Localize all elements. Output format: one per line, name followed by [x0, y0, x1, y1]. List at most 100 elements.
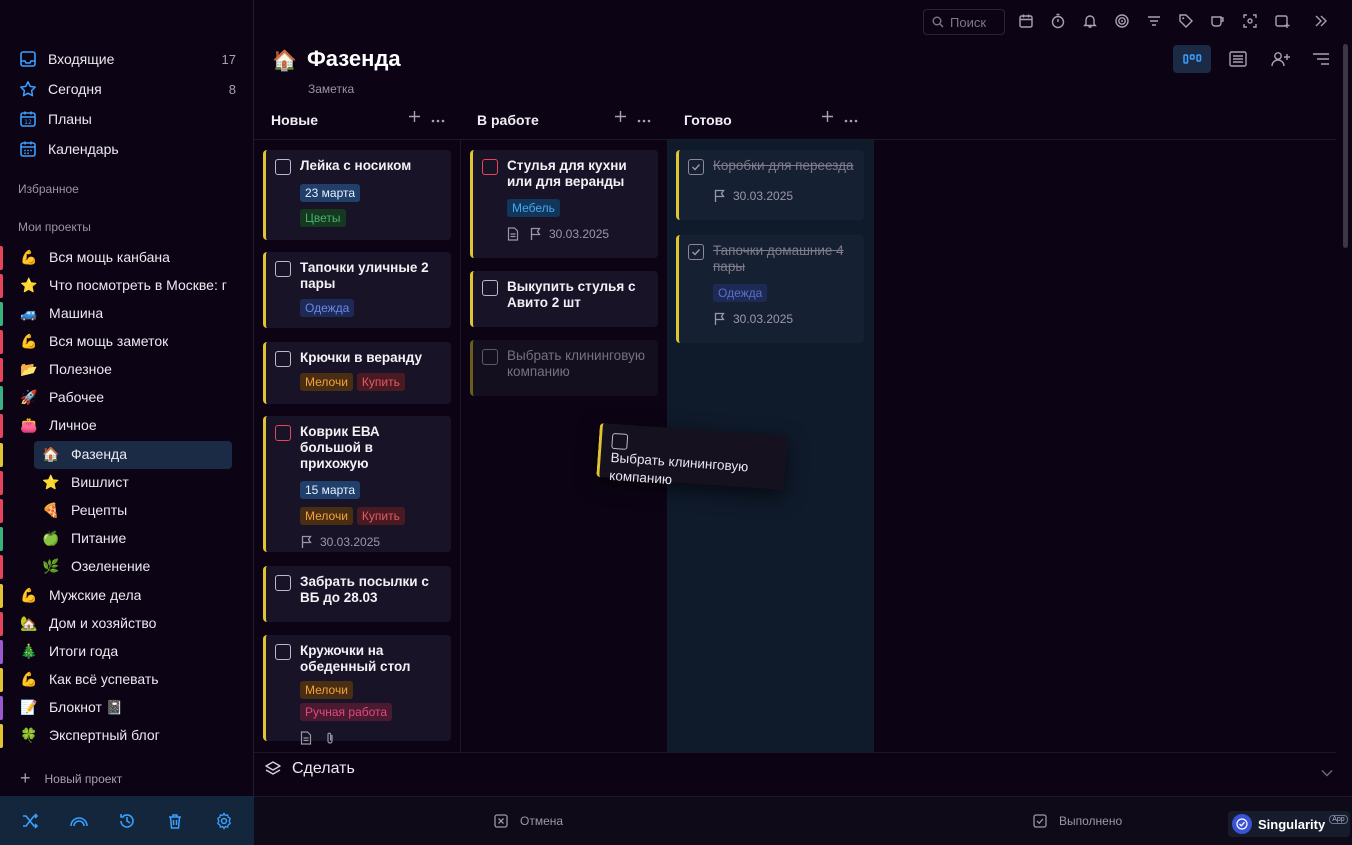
sidebar-project-item[interactable]: 📝 Блокнот 📓 — [0, 694, 240, 720]
task-card-completed[interactable]: Коробки для переезда 30.03.2025 — [676, 150, 864, 220]
more-icon[interactable] — [637, 110, 651, 126]
sidebar-project-item[interactable]: 🎄 Итоги года — [0, 638, 240, 664]
add-member-button[interactable] — [1262, 45, 1300, 73]
tag-icon[interactable] — [1177, 12, 1195, 30]
task-checkbox[interactable] — [611, 432, 629, 450]
search-input[interactable]: Поиск — [923, 9, 1005, 35]
sidebar-project-item[interactable]: 📂 Полезное — [0, 356, 240, 382]
sidebar-project-item[interactable]: 🍕 Рецепты — [0, 497, 240, 523]
task-card[interactable]: Тапочки уличные 2 пары Одежда — [263, 252, 451, 328]
project-label: Что посмотреть в Москве: г — [49, 277, 227, 293]
shuffle-icon[interactable] — [19, 810, 41, 832]
page-emoji: 🏠 — [272, 50, 297, 72]
sidebar-project-item[interactable]: 🏡 Дом и хозяйство — [0, 610, 240, 636]
task-card[interactable]: Лейка с носиком 23 марта Цветы — [263, 150, 451, 240]
kanban-view-button[interactable] — [1173, 45, 1211, 73]
sidebar-project-item[interactable]: 🏠 Фазенда — [0, 441, 240, 469]
sidebar-project-item[interactable]: 💪 Как всё успевать — [0, 666, 240, 692]
bell-icon[interactable] — [1081, 12, 1099, 30]
history-icon[interactable] — [116, 810, 138, 832]
task-card[interactable]: Стулья для кухни или для веранды Мебель … — [470, 150, 658, 258]
task-checkbox[interactable] — [482, 280, 498, 296]
tag-label[interactable]: Ручная работа — [300, 703, 393, 721]
tag-label[interactable]: Одежда — [713, 284, 768, 302]
task-checkbox[interactable] — [482, 159, 498, 175]
sidebar-project-item[interactable]: 💪 Вся мощь заметок — [0, 328, 240, 354]
add-card-icon[interactable] — [821, 110, 834, 126]
sidebar-project-item[interactable]: ⭐ Вишлист — [0, 469, 240, 495]
tag-label[interactable]: Мелочи — [300, 681, 353, 699]
task-checkbox[interactable] — [275, 425, 291, 441]
tag-label[interactable]: Купить — [356, 507, 405, 525]
sidebar-project-item[interactable]: 💪 Вся мощь канбана — [0, 244, 240, 270]
add-card-icon[interactable] — [614, 110, 627, 126]
sidebar-project-item[interactable]: 🌿 Озеленение — [0, 553, 240, 579]
column-title: Готово — [684, 112, 732, 128]
task-card[interactable]: Забрать посылки с ВБ до 28.03 — [263, 566, 451, 622]
project-emoji-icon: ⭐ — [42, 473, 60, 490]
project-label: Полезное — [49, 361, 112, 377]
date-tag[interactable]: 23 марта — [300, 184, 361, 202]
scrollbar-thumb[interactable] — [1343, 44, 1348, 248]
more-icon[interactable] — [431, 110, 445, 126]
task-card[interactable]: Крючки в веранду Мелочи Купить — [263, 342, 451, 404]
sidebar-project-item[interactable]: ⭐ Что посмотреть в Москве: г — [0, 272, 240, 298]
task-card[interactable]: Коврик ЕВА большой в прихожую 15 марта М… — [263, 416, 451, 552]
drop-zone-done[interactable]: Выполнено — [1033, 814, 1122, 828]
column-title: Новые — [271, 112, 319, 128]
sidebar-project-item[interactable]: 👛 Личное — [0, 412, 240, 438]
target-icon[interactable] — [1113, 12, 1131, 30]
tag-label[interactable]: Одежда — [300, 299, 355, 317]
sidebar-project-item[interactable]: 🍀 Экспертный блог — [0, 722, 240, 748]
drop-zone-cancel[interactable]: Отмена — [494, 814, 563, 828]
check-icon — [692, 164, 701, 171]
task-checkbox-checked[interactable] — [688, 159, 704, 175]
task-title: Лейка с носиком — [300, 158, 412, 173]
expand-icon[interactable] — [1312, 12, 1330, 30]
page-subtitle[interactable]: Заметка — [308, 82, 354, 96]
signal-icon[interactable] — [68, 810, 90, 832]
list-view-button[interactable] — [1219, 45, 1257, 73]
tag-label[interactable]: Цветы — [300, 209, 346, 227]
project-emoji-icon: 🎄 — [20, 642, 38, 659]
sidebar-project-item[interactable]: 🍏 Питание — [0, 525, 240, 551]
coffee-icon[interactable] — [1209, 12, 1227, 30]
sidebar-project-item[interactable]: 🚀 Рабочее — [0, 384, 240, 410]
singularity-badge[interactable]: Singularity App — [1228, 811, 1350, 837]
new-project-button[interactable]: + Новый проект — [20, 768, 122, 789]
nav-today[interactable]: Сегодня 8 — [18, 77, 240, 101]
column-divider — [873, 140, 874, 752]
section-header[interactable]: Сделать — [264, 760, 355, 778]
filter-icon[interactable] — [1145, 12, 1163, 30]
task-checkbox[interactable] — [275, 261, 291, 277]
task-checkbox-checked[interactable] — [688, 244, 704, 260]
settings-icon[interactable] — [213, 810, 235, 832]
task-card-completed[interactable]: Тапочки домашние 4 пары Одежда 30.03.202… — [676, 235, 864, 343]
chevron-down-icon[interactable] — [1321, 764, 1333, 782]
task-checkbox[interactable] — [275, 644, 291, 660]
nav-plans[interactable]: 12 Планы — [18, 107, 240, 131]
sidebar-project-item[interactable]: 🚙 Машина — [0, 300, 240, 326]
task-checkbox[interactable] — [275, 575, 291, 591]
sidebar-project-item[interactable]: 💪 Мужские дела — [0, 582, 240, 608]
tag-label[interactable]: Мелочи — [300, 373, 353, 391]
more-icon[interactable] — [844, 110, 858, 126]
add-window-icon[interactable] — [1273, 12, 1291, 30]
date-tag[interactable]: 15 марта — [300, 481, 361, 499]
tag-label[interactable]: Мебель — [507, 199, 560, 217]
trash-icon[interactable] — [164, 810, 186, 832]
focus-icon[interactable] — [1241, 12, 1259, 30]
timer-icon[interactable] — [1049, 12, 1067, 30]
task-card[interactable]: Выкупить стулья с Авито 2 шт — [470, 271, 658, 327]
tag-label[interactable]: Купить — [356, 373, 405, 391]
task-card[interactable]: Кружочки на обеденный стол Мелочи Ручная… — [263, 635, 451, 745]
flag-icon — [530, 227, 541, 240]
tag-label[interactable]: Мелочи — [300, 507, 353, 525]
nav-calendar[interactable]: Календарь — [18, 137, 240, 161]
task-checkbox[interactable] — [275, 351, 291, 367]
calendar-icon[interactable] — [1017, 12, 1035, 30]
sort-button[interactable] — [1302, 45, 1340, 73]
add-card-icon[interactable] — [408, 110, 421, 126]
nav-inbox[interactable]: Входящие 17 — [18, 47, 240, 71]
task-checkbox[interactable] — [275, 159, 291, 175]
